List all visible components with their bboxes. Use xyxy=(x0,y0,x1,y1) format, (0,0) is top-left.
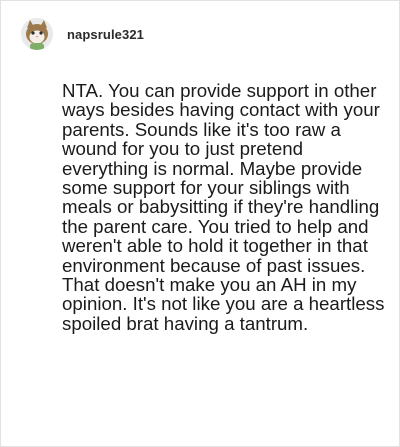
username[interactable]: napsrule321 xyxy=(67,27,144,42)
comment-header: napsrule321 xyxy=(21,17,144,51)
cat-avatar-icon xyxy=(21,18,53,50)
comment-card: napsrule321 NTA. You can provide support… xyxy=(0,0,400,447)
comment-text: NTA. You can provide support in other wa… xyxy=(62,80,385,334)
avatar[interactable] xyxy=(21,18,53,50)
